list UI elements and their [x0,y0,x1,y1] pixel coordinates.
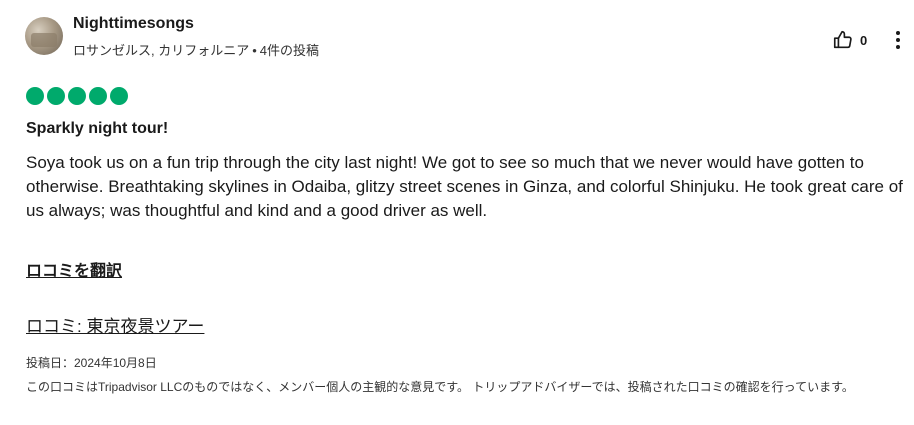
reviewer-location: ロサンゼルス, カリフォルニア [73,43,250,58]
reviewer-name-link[interactable]: Nighttimesongs [73,15,194,33]
rating-bubble [26,87,44,105]
reviewer-meta: ロサンゼルス, カリフォルニア • 4件の投稿 [73,40,319,59]
avatar[interactable] [25,17,63,55]
bubble-rating [26,87,128,105]
rating-bubble [47,87,65,105]
more-options-button[interactable] [890,28,906,52]
review-card: Nighttimesongs ロサンゼルス, カリフォルニア • 4件の投稿 0 S… [0,0,914,425]
helpful-count: 0 [860,32,868,48]
reviewer-contributions: 4件の投稿 [259,43,320,58]
review-title: Sparkly night tour! [26,120,169,137]
thumbs-up-icon [833,30,852,49]
translate-review-link[interactable]: ロコミを翻訳 [26,257,122,281]
review-subject-link[interactable]: ロコミ: 東京夜景ツアー [26,312,204,337]
posted-date: 投稿日：2024年10月8日 [26,356,157,370]
more-vertical-icon [896,31,900,35]
review-disclaimer: この口コミはTripadvisor LLCのものではなく、メンバー個人の主観的な… [26,380,854,394]
meta-separator: • [252,43,257,58]
rating-bubble [68,87,86,105]
review-body: Soya took us on a fun trip through the c… [26,153,903,220]
rating-bubble [89,87,107,105]
rating-bubble [110,87,128,105]
helpful-button[interactable]: 0 [832,29,867,51]
